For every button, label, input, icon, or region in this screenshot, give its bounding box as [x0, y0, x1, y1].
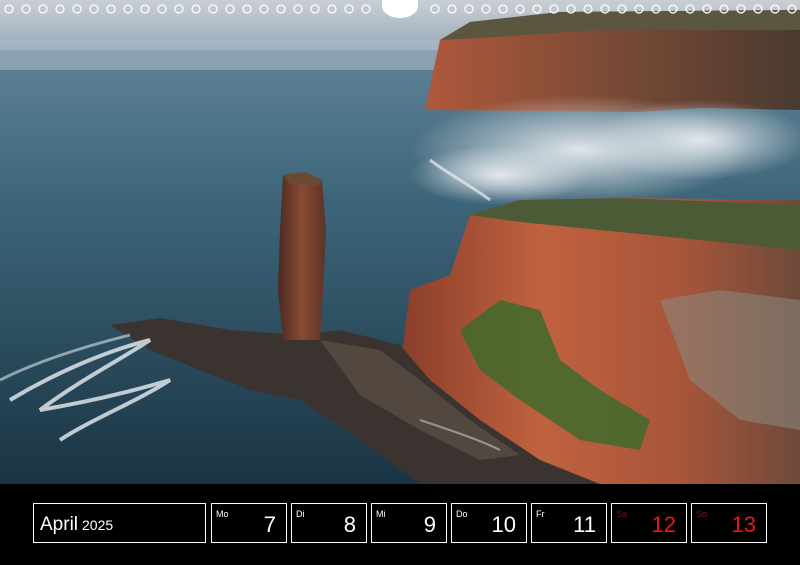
- year: 2025: [82, 517, 114, 533]
- landscape-photo: [0, 0, 800, 484]
- day-number: 7: [263, 512, 276, 537]
- calendar-page: April 2025 Mo 7 Di 8 Mi 9 Do 10 Fr 11 Sa …: [0, 0, 800, 565]
- month-name: April: [40, 514, 79, 535]
- day-name: So: [696, 509, 708, 519]
- spiral-binding: [4, 0, 797, 18]
- day-name: Mi: [376, 509, 386, 519]
- day-number: 12: [651, 512, 676, 537]
- day-name: Di: [296, 509, 305, 519]
- day-name: Fr: [536, 509, 545, 519]
- day-cell-saturday: Sa 12: [611, 503, 687, 543]
- day-cell-sunday: So 13: [691, 503, 767, 543]
- day-name: Sa: [616, 509, 628, 519]
- day-number: 10: [491, 512, 516, 537]
- day-name: Do: [456, 509, 468, 519]
- day-number: 13: [731, 512, 756, 537]
- day-number: 9: [423, 512, 436, 537]
- day-cell-wednesday: Mi 9: [371, 503, 447, 543]
- calendar-strip: April 2025 Mo 7 Di 8 Mi 9 Do 10 Fr 11 Sa …: [0, 484, 800, 565]
- month-label-box: April 2025: [33, 503, 206, 543]
- day-cell-tuesday: Di 8: [291, 503, 367, 543]
- day-number: 8: [343, 512, 356, 537]
- day-cell-thursday: Do 10: [451, 503, 527, 543]
- day-cell-monday: Mo 7: [211, 503, 287, 543]
- day-number: 11: [573, 512, 596, 537]
- day-cell-friday: Fr 11: [531, 503, 607, 543]
- day-name: Mo: [216, 509, 229, 519]
